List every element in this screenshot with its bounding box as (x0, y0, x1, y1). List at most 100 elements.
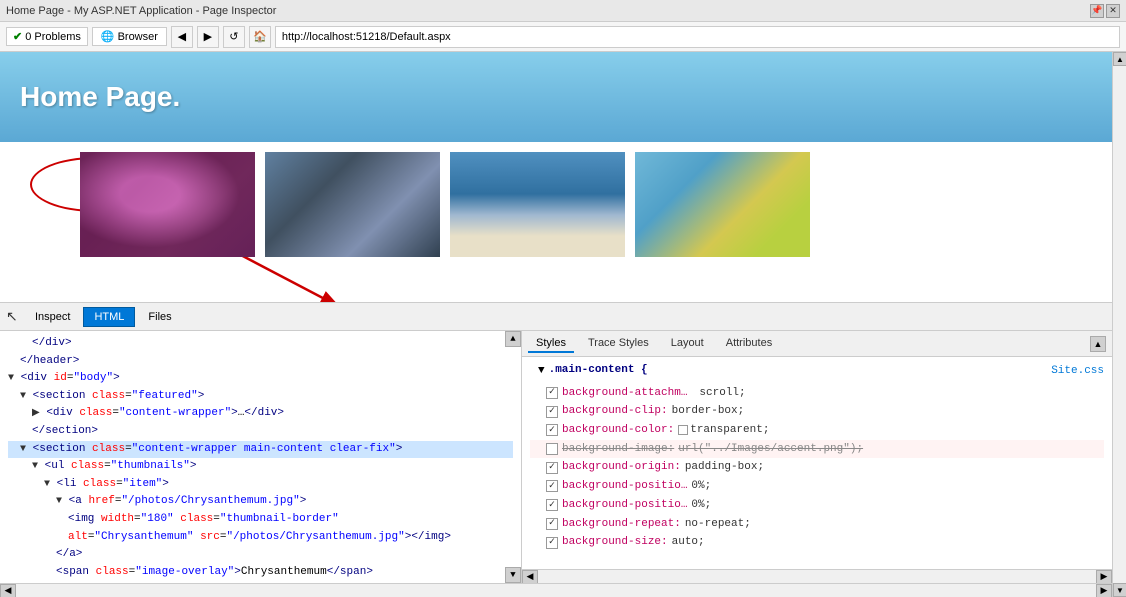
thumbnail-area (0, 142, 1112, 267)
scroll-down-button[interactable]: ▼ (505, 567, 521, 583)
thumbnail-koala (265, 152, 440, 257)
style-row-8: background-size: auto; (530, 533, 1104, 552)
styles-tab-attributes[interactable]: Attributes (718, 335, 780, 353)
scroll-left-button[interactable]: ◀ (522, 570, 538, 584)
browser-button[interactable]: 🌐 Browser (92, 27, 167, 46)
html-scroll-right[interactable]: ▶ (1096, 584, 1112, 597)
pin-button[interactable]: 📌 (1090, 4, 1104, 18)
style-val-8: auto; (672, 533, 705, 552)
viewport-scroll-track (1113, 66, 1126, 583)
html-scroll-left[interactable]: ◀ (0, 584, 16, 597)
style-prop-4: background-origin: (562, 458, 681, 477)
styles-tab-layout[interactable]: Layout (663, 335, 712, 353)
style-checkbox-8[interactable] (546, 537, 558, 549)
html-line: </section> (8, 423, 513, 441)
html-pane[interactable]: ▲ ▼ </div> </header> <div id="body"> <se… (0, 331, 522, 583)
style-checkbox-3[interactable] (546, 443, 558, 455)
style-row-6: background-positio… 0%; (530, 496, 1104, 515)
problems-badge: ✔ 0 Problems (6, 27, 88, 46)
style-val-5: 0%; (691, 477, 711, 496)
styles-scroll-up[interactable]: ▲ (1090, 336, 1106, 352)
styles-tab-styles[interactable]: Styles (528, 335, 574, 353)
style-checkbox-1[interactable] (546, 406, 558, 418)
style-row-0: background-attachm… scroll; (530, 384, 1104, 403)
scrollbar-track-h (538, 570, 1096, 584)
styles-panel: Styles Trace Styles Layout Attributes ▲ … (522, 331, 1112, 583)
html-line[interactable]: <a href="/photos/Chrysanthemum.jpg"> (8, 493, 513, 511)
page-header: Home Page. (0, 52, 1112, 142)
style-val-4: padding-box; (685, 458, 764, 477)
page-title: Home Page. (20, 81, 180, 113)
style-prop-1: background-clip: (562, 402, 668, 421)
color-swatch-2 (678, 425, 688, 435)
html-line: <span class="image-overlay">Chrysanthemu… (8, 564, 513, 582)
styles-source-file[interactable]: Site.css (1051, 362, 1104, 381)
tab-inspect[interactable]: Inspect (24, 307, 81, 327)
cursor-icon: ↖ (6, 309, 22, 325)
style-checkbox-6[interactable] (546, 499, 558, 511)
style-checkbox-2[interactable] (546, 424, 558, 436)
window-controls: 📌 ✕ (1090, 4, 1120, 18)
style-checkbox-5[interactable] (546, 480, 558, 492)
thumbnail-penguins (450, 152, 625, 257)
styles-tab-bar: Styles Trace Styles Layout Attributes ▲ (522, 331, 1112, 357)
style-checkbox-0[interactable] (546, 387, 558, 399)
window-title: Home Page - My ASP.NET Application - Pag… (6, 5, 276, 17)
inspector-panel: ↖ Inspect HTML Files ▲ ▼ </div> (0, 302, 1112, 597)
collapse-triangle[interactable]: ▼ (530, 362, 545, 381)
style-prop-6: background-positio… (562, 496, 687, 515)
close-button[interactable]: ✕ (1106, 4, 1120, 18)
address-bar[interactable] (275, 26, 1120, 48)
inspector-tab-bar: ↖ Inspect HTML Files (0, 303, 1112, 331)
style-val-1: border-box; (672, 402, 745, 421)
style-prop-7: background-repeat: (562, 515, 681, 534)
nav-home-button[interactable]: 🏠 (249, 26, 271, 48)
html-line[interactable]: <div id="body"> (8, 370, 513, 388)
style-val-7: no-repeat; (685, 515, 751, 534)
nav-forward-button[interactable]: ▶ (197, 26, 219, 48)
style-row-1: background-clip: border-box; (530, 402, 1104, 421)
scroll-up-button[interactable]: ▲ (505, 331, 521, 347)
html-line[interactable]: <li class="item"> (8, 476, 513, 494)
html-line: <img width="180" class="thumbnail-border… (8, 511, 513, 529)
html-line-highlighted[interactable]: <section class="content-wrapper main-con… (8, 441, 513, 459)
viewport-scrollbar: ▲ ▼ (1112, 52, 1126, 597)
inspector-content: ▲ ▼ </div> </header> <div id="body"> <se… (0, 331, 1112, 583)
check-icon: ✔ (13, 30, 22, 43)
html-bottom-scrollbar[interactable]: ◀ ▶ (0, 583, 1112, 597)
style-val-2: transparent; (690, 421, 769, 440)
style-row-7: background-repeat: no-repeat; (530, 515, 1104, 534)
html-line: </div> (8, 335, 513, 353)
browser-viewport: Home Page. (0, 52, 1112, 597)
tab-html[interactable]: HTML (83, 307, 135, 327)
thumbnail-flower (80, 152, 255, 257)
html-line[interactable]: <section class="featured"> (8, 388, 513, 406)
styles-selector: .main-content { (545, 361, 648, 380)
viewport-scroll-up[interactable]: ▲ (1113, 52, 1126, 66)
globe-icon: 🌐 (101, 30, 115, 43)
styles-bottom-scrollbar[interactable]: ◀ ▶ (522, 569, 1112, 583)
style-checkbox-4[interactable] (546, 462, 558, 474)
html-line: </a> (8, 546, 513, 564)
html-line[interactable]: <ul class="thumbnails"> (8, 458, 513, 476)
scroll-right-button[interactable]: ▶ (1096, 570, 1112, 584)
style-row-4: background-origin: padding-box; (530, 458, 1104, 477)
html-line: </li> (8, 581, 513, 583)
thumbnail-flowers2 (635, 152, 810, 257)
style-val-0: scroll; (699, 384, 745, 403)
toolbar: ✔ 0 Problems 🌐 Browser ◀ ▶ ↺ 🏠 (0, 22, 1126, 52)
main-area: Home Page. (0, 52, 1126, 597)
styles-tab-trace[interactable]: Trace Styles (580, 335, 657, 353)
viewport-scroll-down[interactable]: ▼ (1113, 583, 1126, 597)
tab-files[interactable]: Files (137, 307, 182, 327)
nav-back-button[interactable]: ◀ (171, 26, 193, 48)
html-line[interactable]: <div class="content-wrapper">…</div> (8, 405, 513, 423)
html-line: alt="Chrysanthemum" src="/photos/Chrysan… (8, 529, 513, 547)
style-row-3: background-image: url("../Images/accent.… (530, 440, 1104, 459)
style-prop-8: background-size: (562, 533, 668, 552)
style-checkbox-7[interactable] (546, 518, 558, 530)
styles-content[interactable]: ▼ .main-content { Site.css background-at… (522, 357, 1112, 569)
style-prop-0: background-attachm… (562, 384, 687, 403)
style-row-2: background-color: transparent; (530, 421, 1104, 440)
nav-refresh-button[interactable]: ↺ (223, 26, 245, 48)
